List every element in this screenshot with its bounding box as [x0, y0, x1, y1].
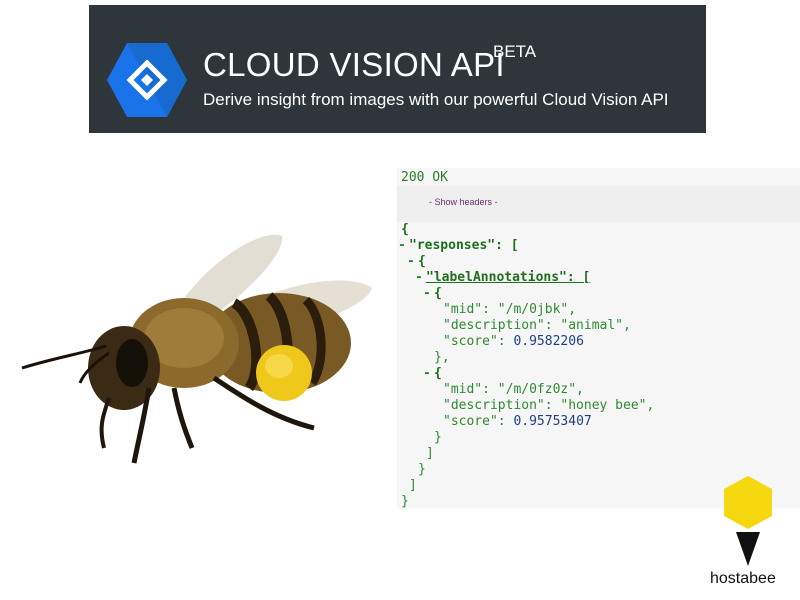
- json-line: "mid": "/m/0fz0z",: [443, 382, 584, 397]
- honey-bee-image: [21, 234, 372, 464]
- api-response-panel: 200 OK - Show headers - { - "responses":…: [397, 168, 800, 509]
- json-line: {: [434, 366, 442, 381]
- json-line: {: [434, 286, 442, 301]
- json-line: }: [401, 494, 409, 509]
- cloud-vision-logo-icon: [107, 43, 187, 117]
- json-line: "description": "animal",: [443, 318, 631, 333]
- banner-subtitle: Derive insight from images with our powe…: [203, 90, 669, 109]
- json-line: ]: [409, 478, 417, 493]
- json-line: "description": "honey bee",: [443, 398, 655, 413]
- show-headers-link[interactable]: - Show headers -: [429, 197, 498, 207]
- cloud-vision-banner: CLOUD VISION API BETA Derive insight fro…: [89, 5, 706, 133]
- json-line: }: [418, 462, 426, 477]
- collapse-toggle-icon[interactable]: -: [423, 366, 431, 382]
- json-line: }: [434, 430, 442, 445]
- json-line: {: [418, 254, 426, 269]
- json-line: "responses": [: [409, 238, 519, 253]
- json-line: "labelAnnotations": [: [426, 270, 591, 285]
- json-line: "mid": "/m/0jbk",: [443, 302, 577, 317]
- collapse-toggle-icon[interactable]: -: [415, 270, 423, 286]
- json-line: "score": 0.95753407: [443, 414, 592, 429]
- json-line: {: [401, 222, 409, 237]
- hostabee-brand-name: hostabee: [710, 570, 776, 587]
- banner-title: CLOUD VISION API: [203, 46, 505, 83]
- collapse-toggle-icon[interactable]: -: [398, 238, 406, 254]
- beta-badge: BETA: [493, 42, 537, 61]
- json-line: ]: [426, 446, 434, 461]
- collapse-toggle-icon[interactable]: -: [407, 254, 415, 270]
- json-line: "score": 0.9582206: [443, 334, 584, 349]
- json-line: },: [434, 350, 450, 365]
- http-status: 200 OK: [401, 170, 448, 185]
- collapse-toggle-icon[interactable]: -: [423, 286, 431, 302]
